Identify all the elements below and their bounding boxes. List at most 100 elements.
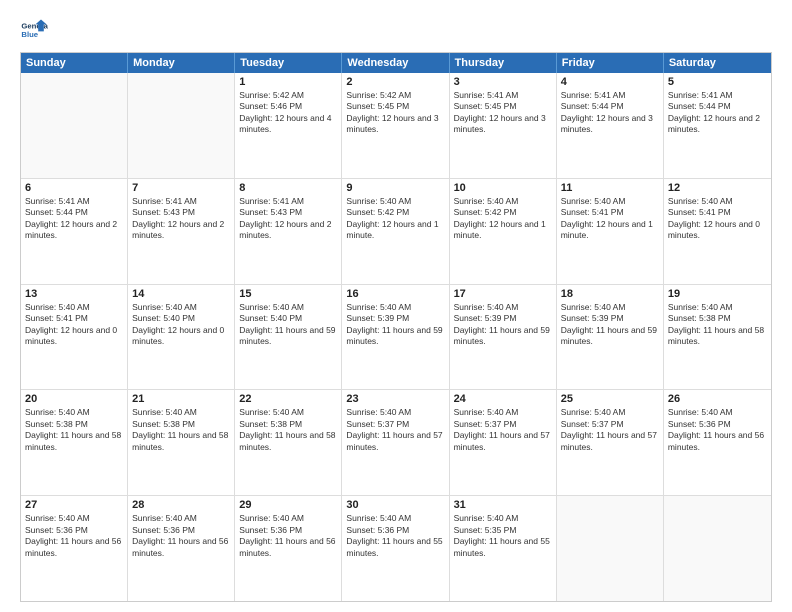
day-number: 2 — [346, 76, 444, 88]
day-cell-26: 26 Sunrise: 5:40 AM Sunset: 5:36 PM Dayli… — [664, 390, 771, 495]
cell-info: Sunrise: 5:40 AM Sunset: 5:38 PM Dayligh… — [25, 407, 123, 453]
day-cell-17: 17 Sunrise: 5:40 AM Sunset: 5:39 PM Dayli… — [450, 285, 557, 390]
day-number: 13 — [25, 288, 123, 300]
day-number: 3 — [454, 76, 552, 88]
day-number: 22 — [239, 393, 337, 405]
day-cell-24: 24 Sunrise: 5:40 AM Sunset: 5:37 PM Dayli… — [450, 390, 557, 495]
day-number: 11 — [561, 182, 659, 194]
day-number: 10 — [454, 182, 552, 194]
day-number: 12 — [668, 182, 767, 194]
cell-info: Sunrise: 5:40 AM Sunset: 5:39 PM Dayligh… — [561, 302, 659, 348]
cell-info: Sunrise: 5:40 AM Sunset: 5:39 PM Dayligh… — [454, 302, 552, 348]
day-number: 4 — [561, 76, 659, 88]
header-day-friday: Friday — [557, 53, 664, 73]
day-cell-15: 15Sunrise: 5:40 AM Sunset: 5:40 PM Dayli… — [235, 285, 342, 390]
cell-info: Sunrise: 5:41 AM Sunset: 5:45 PM Dayligh… — [454, 90, 552, 136]
header-day-sunday: Sunday — [21, 53, 128, 73]
logo-icon: General Blue — [20, 16, 48, 44]
day-cell-30: 30 Sunrise: 5:40 AM Sunset: 5:36 PM Dayli… — [342, 496, 449, 601]
cell-info: Sunrise: 5:40 AM Sunset: 5:40 PM Dayligh… — [132, 302, 230, 348]
day-cell-20: 20 Sunrise: 5:40 AM Sunset: 5:38 PM Dayli… — [21, 390, 128, 495]
empty-cell — [128, 73, 235, 178]
calendar-body: 1Sunrise: 5:42 AM Sunset: 5:46 PM Daylig… — [21, 73, 771, 601]
day-number: 15 — [239, 288, 337, 300]
day-number: 8 — [239, 182, 337, 194]
day-number: 28 — [132, 499, 230, 511]
day-number: 9 — [346, 182, 444, 194]
header-day-tuesday: Tuesday — [235, 53, 342, 73]
day-number: 21 — [132, 393, 230, 405]
day-cell-4: 4 Sunrise: 5:41 AM Sunset: 5:44 PM Daylig… — [557, 73, 664, 178]
day-cell-5: 5 Sunrise: 5:41 AM Sunset: 5:44 PM Daylig… — [664, 73, 771, 178]
day-cell-12: 12Sunrise: 5:40 AM Sunset: 5:41 PM Dayli… — [664, 179, 771, 284]
page-header: General Blue — [20, 16, 772, 44]
cell-info: Sunrise: 5:40 AM Sunset: 5:37 PM Dayligh… — [346, 407, 444, 453]
header-day-monday: Monday — [128, 53, 235, 73]
day-cell-27: 27Sunrise: 5:40 AM Sunset: 5:36 PM Dayli… — [21, 496, 128, 601]
header-day-thursday: Thursday — [450, 53, 557, 73]
day-cell-31: 31 Sunrise: 5:40 AM Sunset: 5:35 PM Dayli… — [450, 496, 557, 601]
svg-text:Blue: Blue — [21, 30, 38, 39]
day-number: 20 — [25, 393, 123, 405]
cell-info: Sunrise: 5:40 AM Sunset: 5:36 PM Dayligh… — [668, 407, 767, 453]
cell-info: Sunrise: 5:40 AM Sunset: 5:36 PM Dayligh… — [346, 513, 444, 559]
calendar-header: SundayMondayTuesdayWednesdayThursdayFrid… — [21, 53, 771, 73]
day-number: 17 — [454, 288, 552, 300]
day-number: 26 — [668, 393, 767, 405]
cell-info: Sunrise: 5:40 AM Sunset: 5:37 PM Dayligh… — [454, 407, 552, 453]
day-cell-23: 23 Sunrise: 5:40 AM Sunset: 5:37 PM Dayli… — [342, 390, 449, 495]
day-cell-16: 16Sunrise: 5:40 AM Sunset: 5:39 PM Dayli… — [342, 285, 449, 390]
cell-info: Sunrise: 5:41 AM Sunset: 5:43 PM Dayligh… — [239, 196, 337, 242]
day-cell-10: 10 Sunrise: 5:40 AM Sunset: 5:42 PM Dayli… — [450, 179, 557, 284]
day-cell-13: 13 Sunrise: 5:40 AM Sunset: 5:41 PM Dayli… — [21, 285, 128, 390]
day-cell-21: 21 Sunrise: 5:40 AM Sunset: 5:38 PM Dayli… — [128, 390, 235, 495]
cell-info: Sunrise: 5:41 AM Sunset: 5:43 PM Dayligh… — [132, 196, 230, 242]
cell-info: Sunrise: 5:41 AM Sunset: 5:44 PM Dayligh… — [561, 90, 659, 136]
cell-info: Sunrise: 5:40 AM Sunset: 5:38 PM Dayligh… — [239, 407, 337, 453]
empty-cell — [557, 496, 664, 601]
day-number: 6 — [25, 182, 123, 194]
calendar: SundayMondayTuesdayWednesdayThursdayFrid… — [20, 52, 772, 602]
day-cell-29: 29Sunrise: 5:40 AM Sunset: 5:36 PM Dayli… — [235, 496, 342, 601]
cell-info: Sunrise: 5:40 AM Sunset: 5:36 PM Dayligh… — [239, 513, 337, 559]
day-cell-3: 3 Sunrise: 5:41 AM Sunset: 5:45 PM Daylig… — [450, 73, 557, 178]
cell-info: Sunrise: 5:42 AM Sunset: 5:45 PM Dayligh… — [346, 90, 444, 136]
cell-info: Sunrise: 5:41 AM Sunset: 5:44 PM Dayligh… — [668, 90, 767, 136]
calendar-row-5: 27Sunrise: 5:40 AM Sunset: 5:36 PM Dayli… — [21, 495, 771, 601]
day-cell-11: 11 Sunrise: 5:40 AM Sunset: 5:41 PM Dayli… — [557, 179, 664, 284]
cell-info: Sunrise: 5:40 AM Sunset: 5:42 PM Dayligh… — [454, 196, 552, 242]
cell-info: Sunrise: 5:40 AM Sunset: 5:38 PM Dayligh… — [668, 302, 767, 348]
day-number: 14 — [132, 288, 230, 300]
day-cell-1: 1Sunrise: 5:42 AM Sunset: 5:46 PM Daylig… — [235, 73, 342, 178]
day-cell-25: 25 Sunrise: 5:40 AM Sunset: 5:37 PM Dayli… — [557, 390, 664, 495]
cell-info: Sunrise: 5:40 AM Sunset: 5:41 PM Dayligh… — [561, 196, 659, 242]
day-number: 18 — [561, 288, 659, 300]
cell-info: Sunrise: 5:40 AM Sunset: 5:38 PM Dayligh… — [132, 407, 230, 453]
day-number: 25 — [561, 393, 659, 405]
day-number: 5 — [668, 76, 767, 88]
calendar-row-1: 1Sunrise: 5:42 AM Sunset: 5:46 PM Daylig… — [21, 73, 771, 178]
day-cell-19: 19 Sunrise: 5:40 AM Sunset: 5:38 PM Dayli… — [664, 285, 771, 390]
day-cell-8: 8 Sunrise: 5:41 AM Sunset: 5:43 PM Daylig… — [235, 179, 342, 284]
day-cell-2: 2 Sunrise: 5:42 AM Sunset: 5:45 PM Daylig… — [342, 73, 449, 178]
day-cell-22: 22 Sunrise: 5:40 AM Sunset: 5:38 PM Dayli… — [235, 390, 342, 495]
day-cell-7: 7 Sunrise: 5:41 AM Sunset: 5:43 PM Daylig… — [128, 179, 235, 284]
day-number: 31 — [454, 499, 552, 511]
day-number: 1 — [239, 76, 337, 88]
cell-info: Sunrise: 5:41 AM Sunset: 5:44 PM Dayligh… — [25, 196, 123, 242]
day-number: 19 — [668, 288, 767, 300]
day-number: 7 — [132, 182, 230, 194]
cell-info: Sunrise: 5:40 AM Sunset: 5:37 PM Dayligh… — [561, 407, 659, 453]
day-number: 23 — [346, 393, 444, 405]
header-day-saturday: Saturday — [664, 53, 771, 73]
day-cell-28: 28Sunrise: 5:40 AM Sunset: 5:36 PM Dayli… — [128, 496, 235, 601]
day-cell-6: 6 Sunrise: 5:41 AM Sunset: 5:44 PM Daylig… — [21, 179, 128, 284]
day-number: 24 — [454, 393, 552, 405]
cell-info: Sunrise: 5:40 AM Sunset: 5:41 PM Dayligh… — [25, 302, 123, 348]
calendar-row-3: 13 Sunrise: 5:40 AM Sunset: 5:41 PM Dayli… — [21, 284, 771, 390]
header-day-wednesday: Wednesday — [342, 53, 449, 73]
day-cell-18: 18 Sunrise: 5:40 AM Sunset: 5:39 PM Dayli… — [557, 285, 664, 390]
cell-info: Sunrise: 5:40 AM Sunset: 5:35 PM Dayligh… — [454, 513, 552, 559]
day-number: 30 — [346, 499, 444, 511]
empty-cell — [21, 73, 128, 178]
